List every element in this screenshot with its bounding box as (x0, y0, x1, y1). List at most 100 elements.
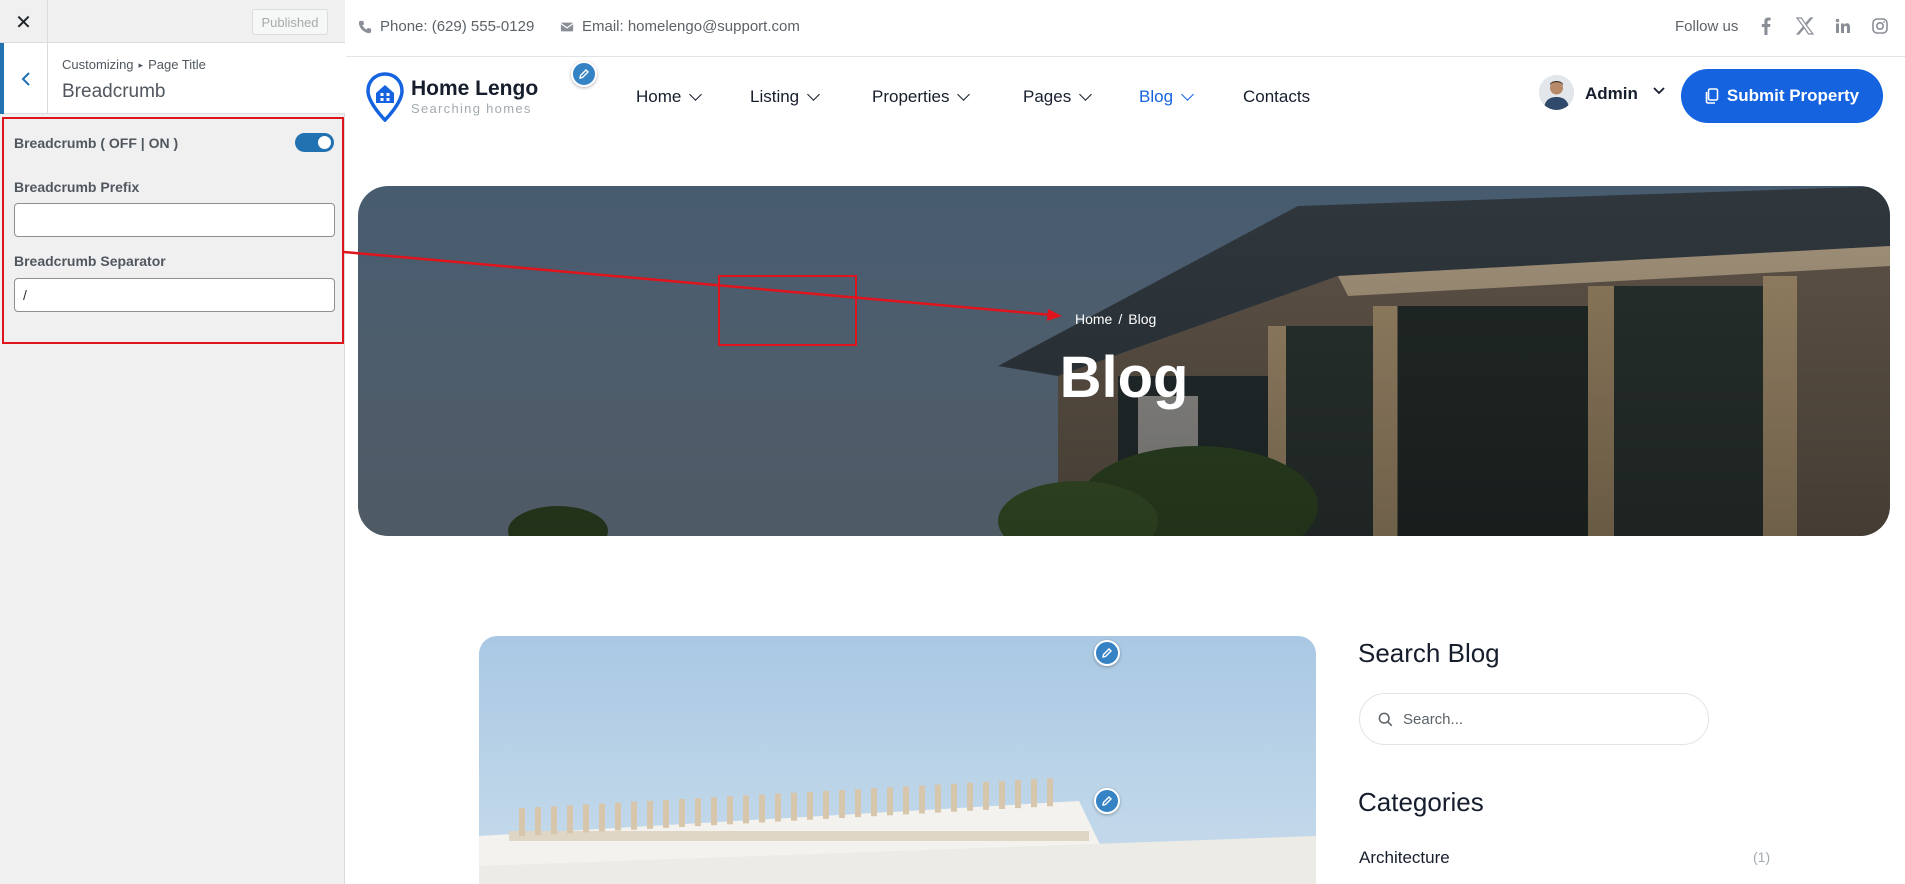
nav-blog-label: Blog (1139, 87, 1174, 106)
breadcrumb-home-link[interactable]: Home (1075, 311, 1112, 327)
nav-properties-label: Properties (872, 87, 950, 106)
pencil-icon (1102, 796, 1112, 806)
chevron-down-icon (807, 88, 821, 101)
nav-contacts[interactable]: Contacts (1243, 87, 1310, 107)
breadcrumb-controls-highlight: Breadcrumb ( OFF | ON ) Breadcrumb Prefi… (2, 117, 344, 344)
linkedin-icon[interactable] (1833, 15, 1853, 37)
search-input[interactable] (1403, 710, 1663, 728)
avatar[interactable] (1539, 75, 1574, 110)
breadcrumb-separator-input[interactable] (14, 278, 335, 312)
railing-slat (599, 803, 605, 832)
railing-slat (567, 805, 573, 834)
toggle-label: Breadcrumb ( OFF | ON ) (14, 135, 179, 151)
nav-contacts-label: Contacts (1243, 87, 1311, 106)
railing-slat (935, 784, 941, 813)
site-preview: Phone: (629) 555-0129 Email: homelengo@s… (346, 0, 1905, 884)
railing-slat (887, 787, 893, 816)
nav-home-label: Home (636, 87, 682, 106)
chevron-down-icon (957, 88, 971, 101)
breadcrumb-separator: / (1118, 311, 1123, 327)
facebook-icon[interactable] (1756, 15, 1776, 37)
railing-slat (663, 799, 669, 828)
railing-slat (743, 795, 749, 824)
railing-slat (839, 790, 845, 818)
railing-slat (727, 796, 733, 825)
logo-tagline: Searching homes (411, 101, 532, 116)
page-title-banner: Home / Blog Blog (358, 186, 1890, 536)
nav-pages-label: Pages (1023, 87, 1072, 106)
railing-slat (983, 781, 989, 810)
railing-slat (551, 806, 557, 835)
main-header: Home Lengo Searching homes Home Listing … (346, 57, 1905, 137)
railing-slat (807, 791, 813, 820)
railing-slat (999, 781, 1005, 809)
railing-slat (679, 799, 685, 827)
breadcrumb-toggle[interactable] (295, 133, 334, 152)
railing-slat (519, 808, 525, 836)
categories-widget-title: Categories (1358, 787, 1484, 817)
railing-slat (775, 793, 781, 822)
section-title: Breadcrumb (62, 81, 166, 102)
published-button[interactable]: Published (252, 9, 328, 35)
close-icon: ✕ (15, 9, 32, 34)
phone-text: Phone: (629) 555-0129 (380, 18, 535, 35)
blog-post-image[interactable] (479, 636, 1316, 884)
edit-shortcut-categories-widget[interactable] (1094, 788, 1120, 814)
email-text: Email: homelengo@support.com (582, 18, 800, 35)
railing-slat (1031, 779, 1037, 808)
railing-slat (695, 798, 701, 827)
railing-slat (919, 785, 925, 814)
railing-slat (583, 804, 589, 833)
prefix-label: Breadcrumb Prefix (14, 179, 140, 195)
crumb-child: Page Title (148, 57, 206, 72)
search-widget-title: Search Blog (1358, 638, 1500, 668)
nav-properties[interactable]: Properties (872, 87, 971, 107)
edit-shortcut-search-widget[interactable] (1094, 640, 1120, 666)
customizer-breadcrumb: Customizing ▸ Page Title (62, 57, 206, 72)
chevron-left-icon (21, 71, 30, 86)
chevron-down-icon (689, 88, 703, 101)
close-customizer-button[interactable]: ✕ (0, 0, 48, 43)
nav-blog[interactable]: Blog (1139, 87, 1194, 107)
railing-slat (871, 788, 877, 817)
logo-pin-icon[interactable] (366, 72, 404, 122)
nav-listing[interactable]: Listing (750, 87, 821, 107)
breadcrumb-current: Blog (1128, 311, 1157, 327)
crumb-arrow-icon: ▸ (138, 60, 144, 70)
section-header: Customizing ▸ Page Title Breadcrumb (0, 43, 345, 114)
follow-us-label: Follow us (1675, 18, 1739, 35)
railing-slat (1015, 780, 1021, 809)
phone-contact[interactable]: Phone: (629) 555-0129 (358, 18, 534, 35)
separator-label: Breadcrumb Separator (14, 253, 166, 269)
back-button[interactable] (0, 43, 48, 114)
railing-slat (1047, 778, 1053, 807)
railing-slat (711, 797, 717, 826)
instagram-icon[interactable] (1870, 15, 1890, 37)
nav-pages[interactable]: Pages (1023, 87, 1093, 107)
railing-slat (759, 794, 765, 823)
breadcrumb-prefix-input[interactable] (14, 203, 335, 237)
top-bar: Phone: (629) 555-0129 Email: homelengo@s… (346, 0, 1905, 57)
logo-name[interactable]: Home Lengo (411, 77, 538, 101)
page-title: Blog (1059, 345, 1189, 410)
railing-slat (615, 802, 621, 831)
edit-shortcut-logo[interactable] (571, 61, 597, 87)
category-link[interactable]: Architecture (1359, 848, 1450, 868)
user-name[interactable]: Admin (1585, 84, 1638, 104)
x-icon[interactable] (1795, 15, 1815, 37)
pencil-icon (1102, 648, 1112, 658)
email-contact[interactable]: Email: homelengo@support.com (560, 18, 800, 35)
chevron-down-icon[interactable] (1652, 86, 1666, 96)
customizer-sidebar: ✕ Published Customizing ▸ Page Title Bread… (0, 0, 345, 884)
submit-property-button[interactable]: Submit Property (1681, 69, 1883, 123)
railing-slat (967, 782, 973, 811)
search-field[interactable] (1359, 693, 1709, 745)
chevron-down-icon (1181, 88, 1194, 101)
railing-slat (903, 786, 909, 815)
nav-home[interactable]: Home (636, 87, 703, 107)
phone-icon (358, 20, 372, 33)
railing-slat (647, 800, 653, 829)
document-icon (1705, 88, 1719, 104)
railing-slat (855, 789, 861, 818)
railing-slat (631, 801, 637, 830)
